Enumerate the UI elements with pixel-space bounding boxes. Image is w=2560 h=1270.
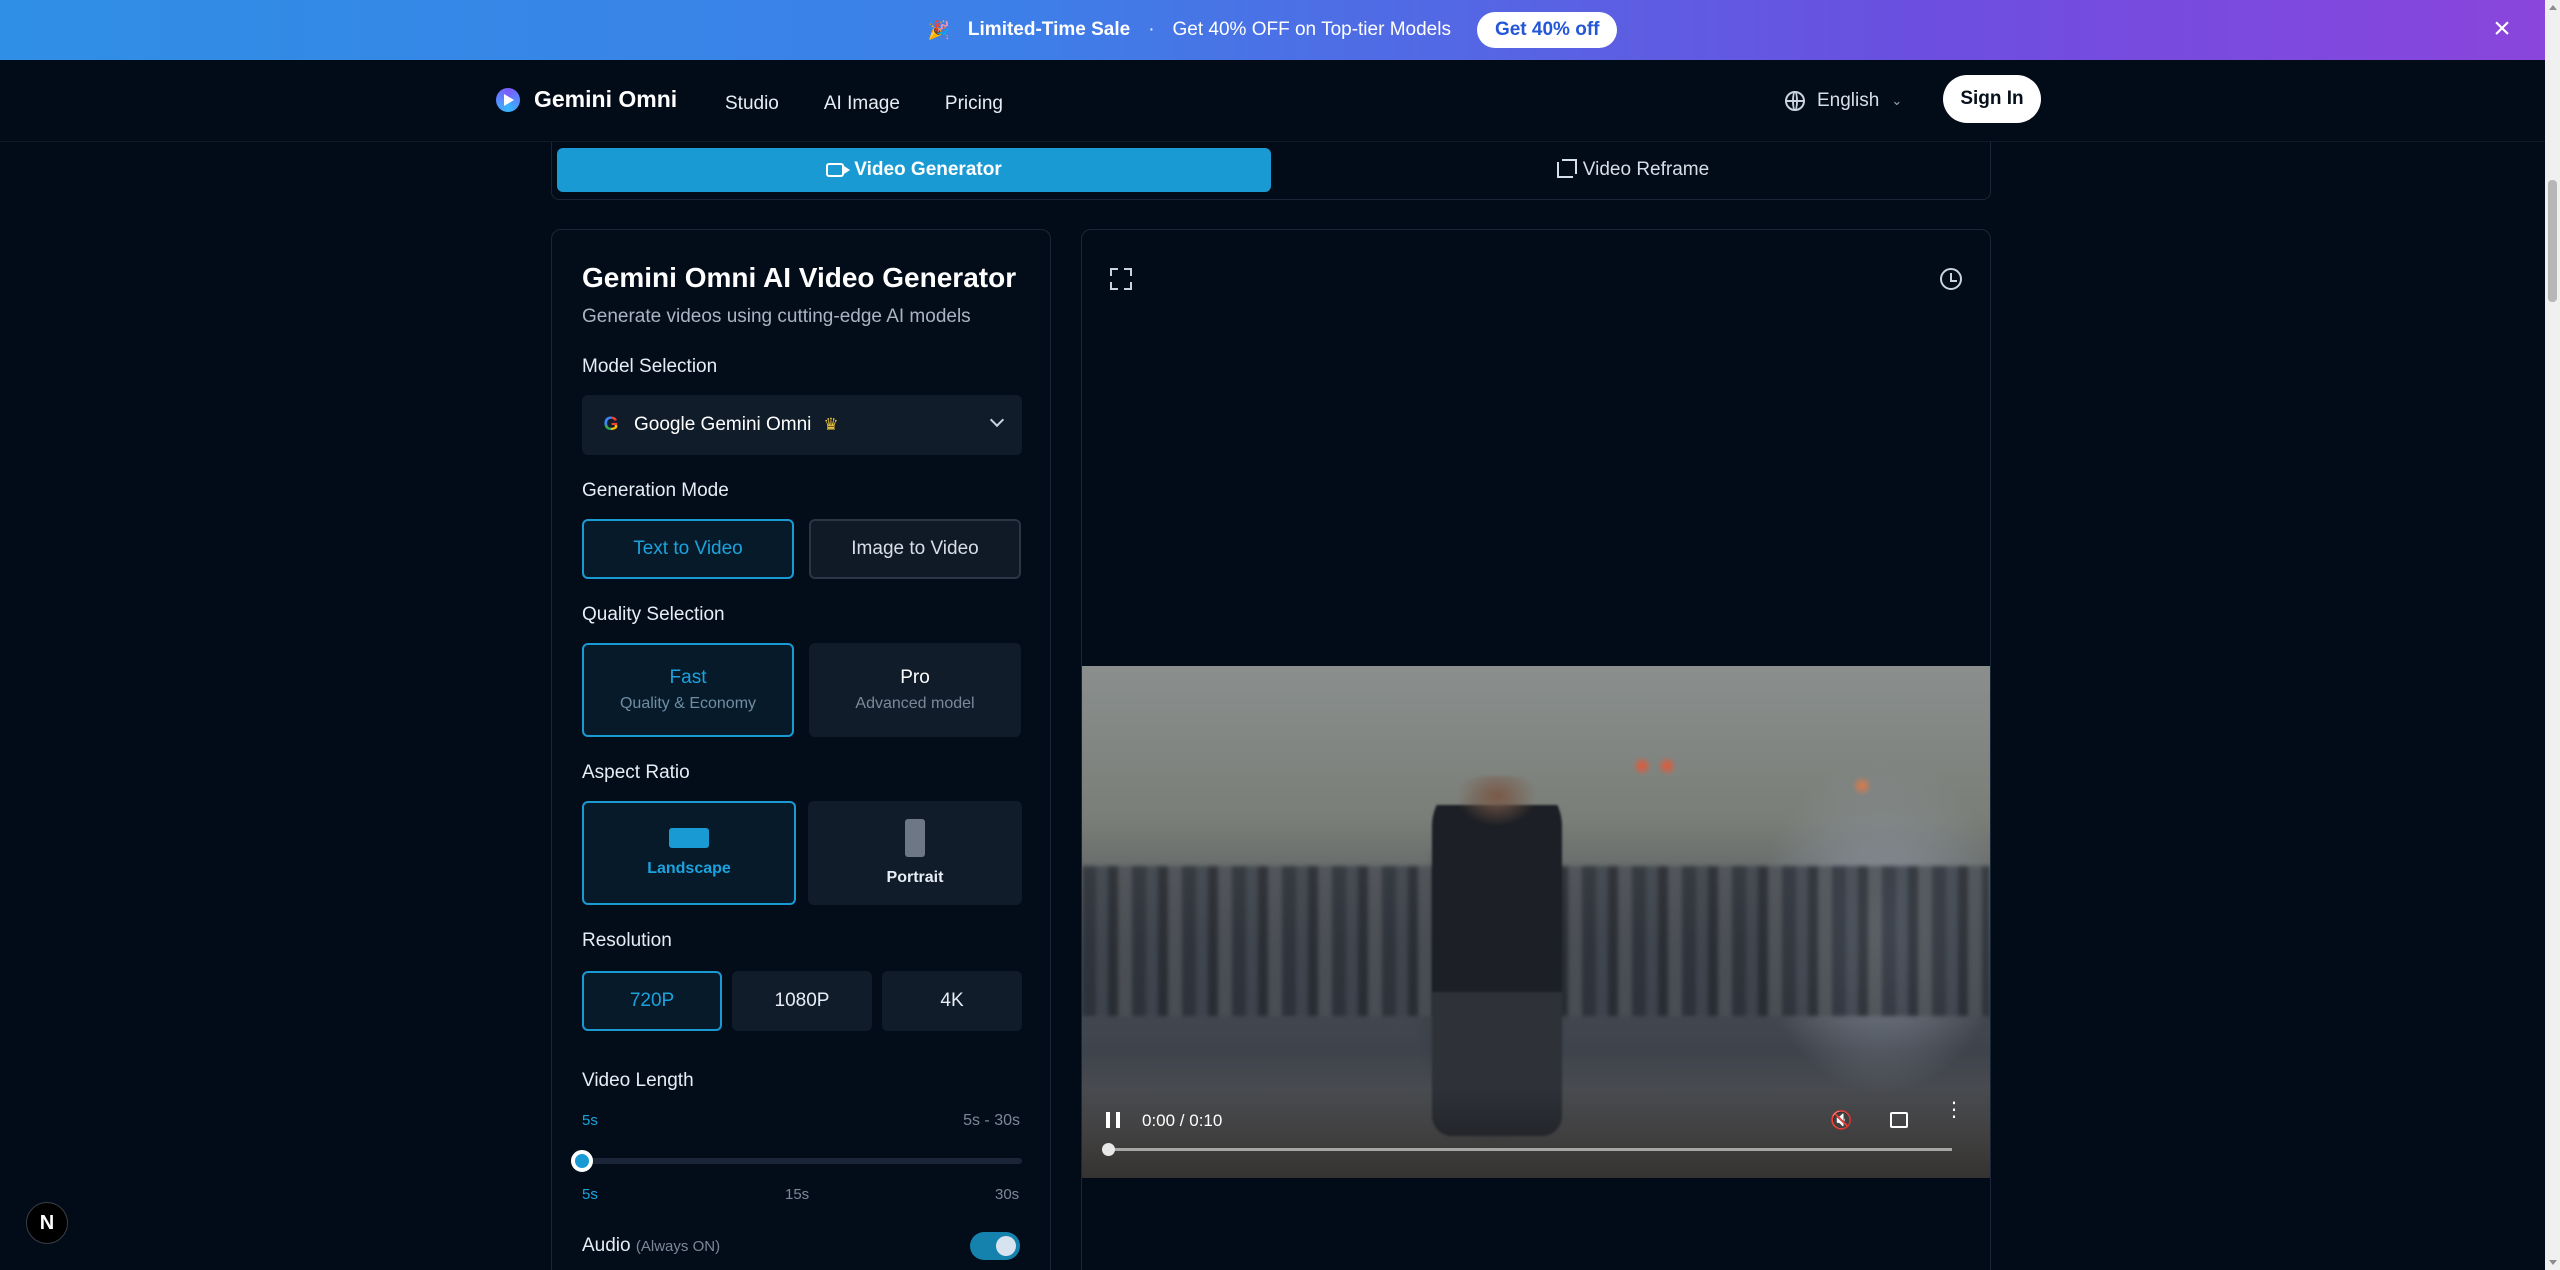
nav-item-studio[interactable]: Studio	[725, 93, 779, 115]
crown-icon: ♛	[823, 415, 839, 434]
crop-icon	[1556, 159, 1577, 178]
landscape-icon	[669, 828, 709, 848]
mode-label: Image to Video	[851, 538, 979, 559]
party-icon: 🎉	[927, 19, 950, 40]
page-subtitle: Generate videos using cutting-edge AI mo…	[582, 306, 971, 327]
video-controls: 0:00 / 0:10 🔇 ⋮	[1082, 1088, 1990, 1178]
promo-headline: Limited-Time Sale	[967, 19, 1131, 40]
promo-banner: 🎉 Limited-Time Sale · Get 40% OFF on Top…	[0, 0, 2545, 60]
length-tick-mid: 15s	[785, 1186, 810, 1203]
history-icon[interactable]	[1940, 268, 1962, 290]
resolution-1080p[interactable]: 1080P	[732, 971, 872, 1031]
video-player[interactable]: 0:00 / 0:10 🔇 ⋮	[1082, 666, 1990, 1178]
scroll-down-icon[interactable]	[2549, 1260, 2557, 1265]
quality-pro[interactable]: Pro Advanced model	[809, 643, 1021, 737]
audio-toggle[interactable]	[970, 1232, 1020, 1260]
quality-desc: Quality & Economy	[619, 695, 757, 712]
quality-name: Pro	[900, 667, 930, 688]
promo-message: Get 40% OFF on Top-tier Models	[1172, 19, 1451, 40]
nav-item-pricing[interactable]: Pricing	[945, 93, 1003, 115]
video-progress-bar[interactable]	[1102, 1143, 1952, 1156]
chevron-down-icon: ⌄	[1891, 93, 1903, 108]
model-select[interactable]: G Google Gemini Omni ♛	[582, 395, 1022, 455]
tool-tabs: Video Generator Video Reframe	[551, 142, 1991, 200]
slider-thumb[interactable]	[571, 1150, 593, 1172]
tab-label: Video Generator	[854, 159, 1002, 180]
generation-mode-label: Generation Mode	[582, 480, 729, 501]
mute-icon[interactable]: 🔇	[1830, 1110, 1852, 1131]
sign-in-button[interactable]: Sign In	[1943, 75, 2041, 123]
mode-label: Text to Video	[633, 538, 743, 559]
length-tick-min: 5s	[582, 1186, 598, 1203]
progress-knob[interactable]	[1102, 1143, 1115, 1156]
quality-name: Fast	[669, 667, 707, 688]
close-icon[interactable]: ×	[2489, 14, 2515, 44]
generator-settings-panel: Gemini Omni AI Video Generator Generate …	[551, 229, 1051, 1270]
length-tick-max: 30s	[995, 1186, 1020, 1203]
aspect-ratio-label: Aspect Ratio	[582, 762, 690, 783]
aspect-portrait[interactable]: Portrait	[808, 801, 1022, 905]
preview-panel: 0:00 / 0:10 🔇 ⋮	[1081, 229, 1991, 1270]
logo-icon	[496, 87, 520, 112]
quality-fast[interactable]: Fast Quality & Economy	[582, 643, 794, 737]
mode-text-to-video[interactable]: Text to Video	[582, 519, 794, 579]
scroll-thumb[interactable]	[2548, 180, 2557, 302]
brand-name: Gemini Omni	[534, 86, 678, 112]
scroll-up-icon[interactable]	[2549, 5, 2557, 10]
model-selection-label: Model Selection	[582, 356, 718, 377]
resolution-label: Resolution	[582, 930, 672, 951]
resolution-720p[interactable]: 720P	[582, 971, 722, 1031]
chevron-down-icon	[989, 412, 1005, 428]
audio-label: Audio (Always ON)	[582, 1235, 720, 1257]
quality-desc: Advanced model	[855, 695, 975, 712]
page-title: Gemini Omni AI Video Generator	[582, 262, 1017, 293]
tab-label: Video Reframe	[1582, 159, 1710, 180]
mode-image-to-video[interactable]: Image to Video	[809, 519, 1021, 579]
expand-icon[interactable]	[1110, 268, 1132, 290]
resolution-value: 720P	[629, 990, 675, 1011]
audio-title: Audio	[582, 1235, 631, 1256]
globe-icon	[1785, 91, 1805, 111]
model-value: Google Gemini Omni	[634, 414, 812, 435]
aspect-label: Portrait	[886, 869, 944, 886]
next-dev-badge[interactable]: N	[26, 1202, 68, 1244]
video-frame-runner	[1432, 776, 1562, 1136]
nav-item-ai-image[interactable]: AI Image	[824, 93, 900, 115]
audio-note: (Always ON)	[635, 1238, 721, 1255]
length-range: 5s - 30s	[963, 1112, 1020, 1129]
brand-logo[interactable]: Gemini Omni	[496, 86, 677, 113]
video-camera-icon	[826, 163, 851, 177]
more-options-icon[interactable]: ⋮	[1944, 1100, 1964, 1120]
resolution-value: 1080P	[774, 990, 830, 1011]
promo-separator: ·	[1148, 19, 1155, 40]
resolution-value: 4K	[940, 990, 964, 1011]
resolution-4k[interactable]: 4K	[882, 971, 1022, 1031]
quality-selection-label: Quality Selection	[582, 604, 725, 625]
tab-video-reframe[interactable]: Video Reframe	[1276, 148, 1990, 192]
aspect-landscape[interactable]: Landscape	[582, 801, 796, 905]
main-nav: Studio AI Image Pricing	[725, 93, 1003, 115]
aspect-label: Landscape	[647, 860, 731, 877]
promo-cta-button[interactable]: Get 40% off	[1476, 12, 1618, 48]
language-selector[interactable]: English ⌄	[1785, 90, 1902, 112]
fullscreen-icon[interactable]	[1890, 1112, 1908, 1128]
page-scrollbar[interactable]	[2545, 0, 2560, 1270]
video-time: 0:00 / 0:10	[1142, 1111, 1223, 1130]
portrait-icon	[905, 819, 925, 857]
pause-icon[interactable]	[1106, 1112, 1120, 1128]
video-length-slider[interactable]	[571, 1150, 1022, 1172]
language-label: English	[1817, 90, 1880, 111]
google-icon: G	[600, 414, 622, 436]
video-length-label: Video Length	[582, 1070, 694, 1091]
tab-video-generator[interactable]: Video Generator	[557, 148, 1271, 192]
length-current-value: 5s	[582, 1112, 598, 1129]
site-header: Gemini Omni Studio AI Image Pricing Engl…	[0, 60, 2545, 142]
